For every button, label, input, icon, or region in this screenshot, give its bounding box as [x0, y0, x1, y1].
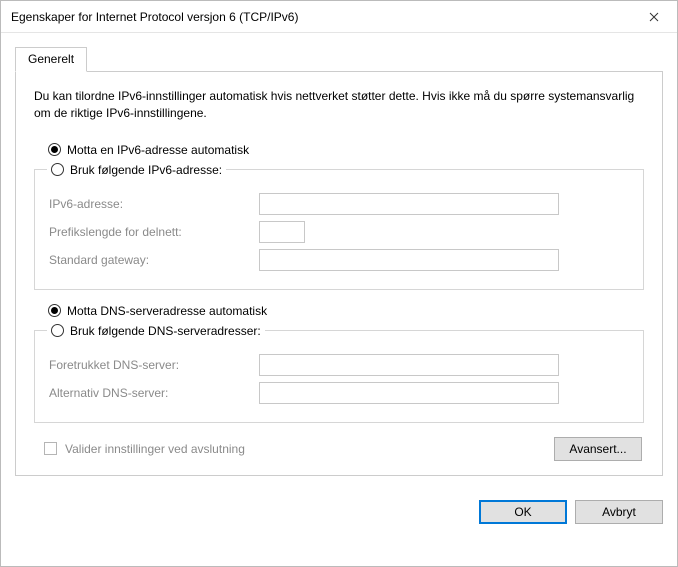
ip-address-label: IPv6-adresse: [49, 197, 259, 211]
radio-dns-manual-label: Bruk følgende DNS-serveradresser: [70, 324, 261, 338]
titlebar: Egenskaper for Internet Protocol versjon… [1, 1, 677, 33]
close-icon [649, 12, 659, 22]
window-title: Egenskaper for Internet Protocol versjon… [11, 10, 298, 24]
ip-prefix-label: Prefikslengde for delnett: [49, 225, 259, 239]
dns-preferred-input[interactable] [259, 354, 559, 376]
validate-checkbox-label: Valider innstillinger ved avslutning [65, 442, 245, 456]
radio-ip-manual-label: Bruk følgende IPv6-adresse: [70, 163, 222, 177]
group-ip-manual: Bruk følgende IPv6-adresse: IPv6-adresse… [34, 163, 644, 290]
dialog-footer: OK Avbryt [1, 488, 677, 536]
cancel-button[interactable]: Avbryt [575, 500, 663, 524]
ip-address-input[interactable] [259, 193, 559, 215]
radio-ip-auto[interactable]: Motta en IPv6-adresse automatisk [48, 143, 644, 157]
ip-prefix-input[interactable] [259, 221, 305, 243]
tab-panel-general: Du kan tilordne IPv6-innstillinger autom… [15, 71, 663, 476]
radio-dns-auto-label: Motta DNS-serveradresse automatisk [67, 304, 267, 318]
group-dns-manual: Bruk følgende DNS-serveradresser: Foretr… [34, 324, 644, 423]
tab-header: Generelt [15, 47, 663, 71]
radio-dns-auto[interactable]: Motta DNS-serveradresse automatisk [48, 304, 644, 318]
radio-ip-auto-label: Motta en IPv6-adresse automatisk [67, 143, 249, 157]
ok-button[interactable]: OK [479, 500, 567, 524]
radio-icon [51, 163, 64, 176]
advanced-button[interactable]: Avansert... [554, 437, 642, 461]
radio-icon [48, 143, 61, 156]
ip-gateway-input[interactable] [259, 249, 559, 271]
dns-alternate-input[interactable] [259, 382, 559, 404]
radio-ip-manual[interactable]: Bruk følgende IPv6-adresse: [47, 163, 226, 177]
checkbox-icon [44, 442, 57, 455]
description-text: Du kan tilordne IPv6-innstillinger autom… [34, 88, 644, 123]
ip-gateway-label: Standard gateway: [49, 253, 259, 267]
radio-dns-manual[interactable]: Bruk følgende DNS-serveradresser: [47, 324, 265, 338]
validate-checkbox[interactable]: Valider innstillinger ved avslutning [44, 442, 245, 456]
dns-preferred-label: Foretrukket DNS-server: [49, 358, 259, 372]
dns-alternate-label: Alternativ DNS-server: [49, 386, 259, 400]
radio-icon [48, 304, 61, 317]
close-button[interactable] [631, 1, 677, 33]
tab-general[interactable]: Generelt [15, 47, 87, 72]
radio-icon [51, 324, 64, 337]
